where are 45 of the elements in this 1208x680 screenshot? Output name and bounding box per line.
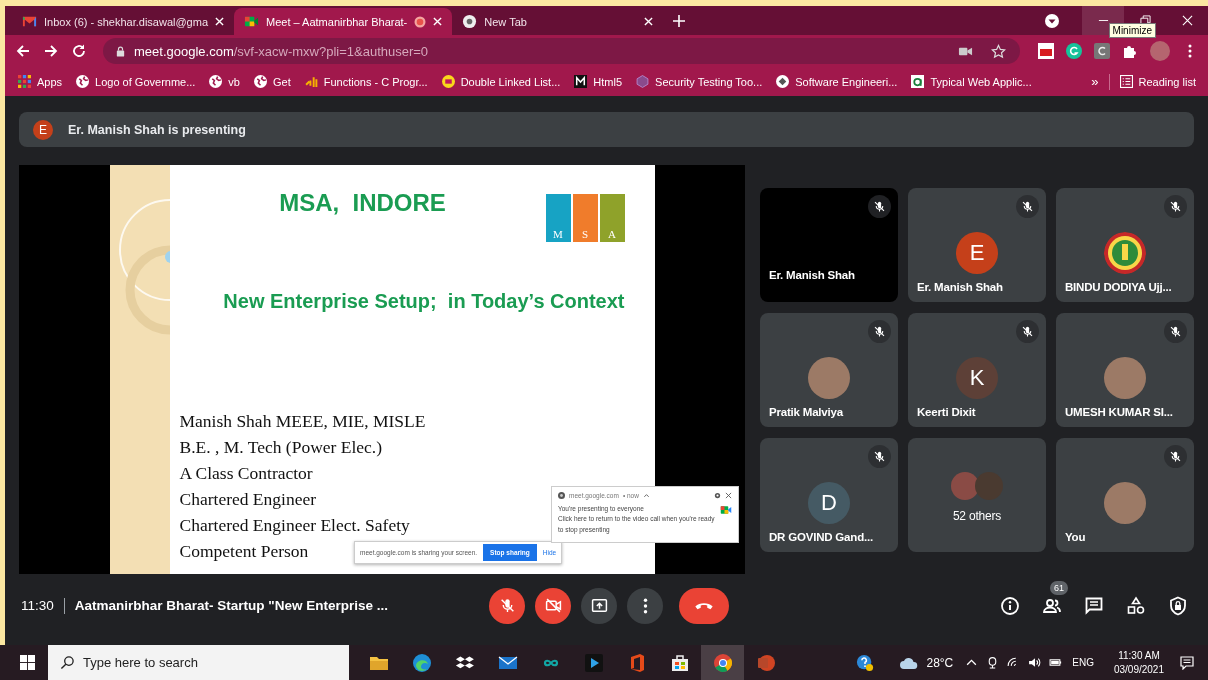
participant-name: Keerti Dixit bbox=[917, 404, 977, 418]
presenting-text: Er. Manish Shah is presenting bbox=[68, 122, 246, 137]
logo-block: S bbox=[572, 194, 598, 242]
avatar-initial: E bbox=[956, 231, 998, 274]
participant-name: 52 others bbox=[951, 507, 1003, 523]
bookmark-label: vb bbox=[228, 75, 240, 88]
slide-text-line: Manish Shah MEEE, MIE, MISLE bbox=[179, 410, 426, 433]
slide-subtitle: New Enterprise Setup; in Today’s Context bbox=[222, 290, 625, 313]
tooltip: Minimize bbox=[1108, 23, 1156, 38]
bookmark-label: Logo of Governme... bbox=[95, 75, 196, 88]
participant-name: BINDU DODIYA Ujj... bbox=[1065, 279, 1173, 293]
participant-name: UMESH KUMAR SI... bbox=[1065, 404, 1174, 418]
bookmark-label: Html5 bbox=[593, 75, 623, 88]
participant-name: You bbox=[1065, 529, 1087, 543]
bookmark-label: Double Linked List... bbox=[460, 75, 561, 88]
logo-block: M bbox=[545, 194, 571, 242]
bookmark-label: Typical Web Applic... bbox=[930, 75, 1032, 88]
avatar-initial: K bbox=[956, 356, 998, 399]
clock-date: 03/09/2021 bbox=[1113, 662, 1164, 677]
clock-time: 11:30 AM bbox=[1118, 648, 1160, 663]
slide-text-line: A Class Contractor bbox=[179, 462, 313, 485]
bookmark-label: Get bbox=[273, 75, 291, 88]
bookmark-label: Functions - C Progr... bbox=[323, 75, 428, 88]
avatar-initial: E bbox=[33, 119, 53, 140]
slide-text-line: Chartered Engineer Elect. Safety bbox=[179, 514, 410, 537]
tab-title: New Tab bbox=[484, 15, 528, 28]
bookmark-label: Apps bbox=[37, 75, 63, 88]
url-text: meet.google.com/svf-xacw-mxw?pli=1&authuser=0 bbox=[134, 43, 429, 59]
participant-name: DR GOVIND Gand... bbox=[769, 529, 874, 543]
tab-title: Inbox (6) - shekhar.disawal@gma bbox=[44, 15, 209, 28]
avatar-initial: D bbox=[808, 481, 850, 524]
participant-name: Pratik Malviya bbox=[769, 404, 845, 418]
slide-text-line: Chartered Engineer bbox=[179, 488, 317, 511]
slide-title: MSA, INDORE bbox=[278, 189, 447, 217]
logo-block: A bbox=[599, 194, 625, 242]
participant-name: Er. Manish Shah bbox=[917, 279, 1004, 293]
slide-text-line: Competent Person bbox=[179, 540, 309, 563]
bookmark-label: Software Engineeri... bbox=[795, 75, 898, 88]
participant-name: Er. Manish Shah bbox=[769, 267, 856, 281]
temperature-text: 28°C bbox=[926, 655, 954, 670]
tab-title: Meet – Aatmanirbhar Bharat- bbox=[266, 15, 408, 28]
meeting-title: Aatmanirbhar Bharat- Startup "New Enterprise ... bbox=[74, 598, 388, 613]
participant-count: 61 bbox=[1050, 580, 1068, 595]
slide-text-line: B.E. , M. Tech (Power Elec.) bbox=[179, 436, 383, 459]
meeting-time: 11:30 bbox=[21, 598, 54, 613]
